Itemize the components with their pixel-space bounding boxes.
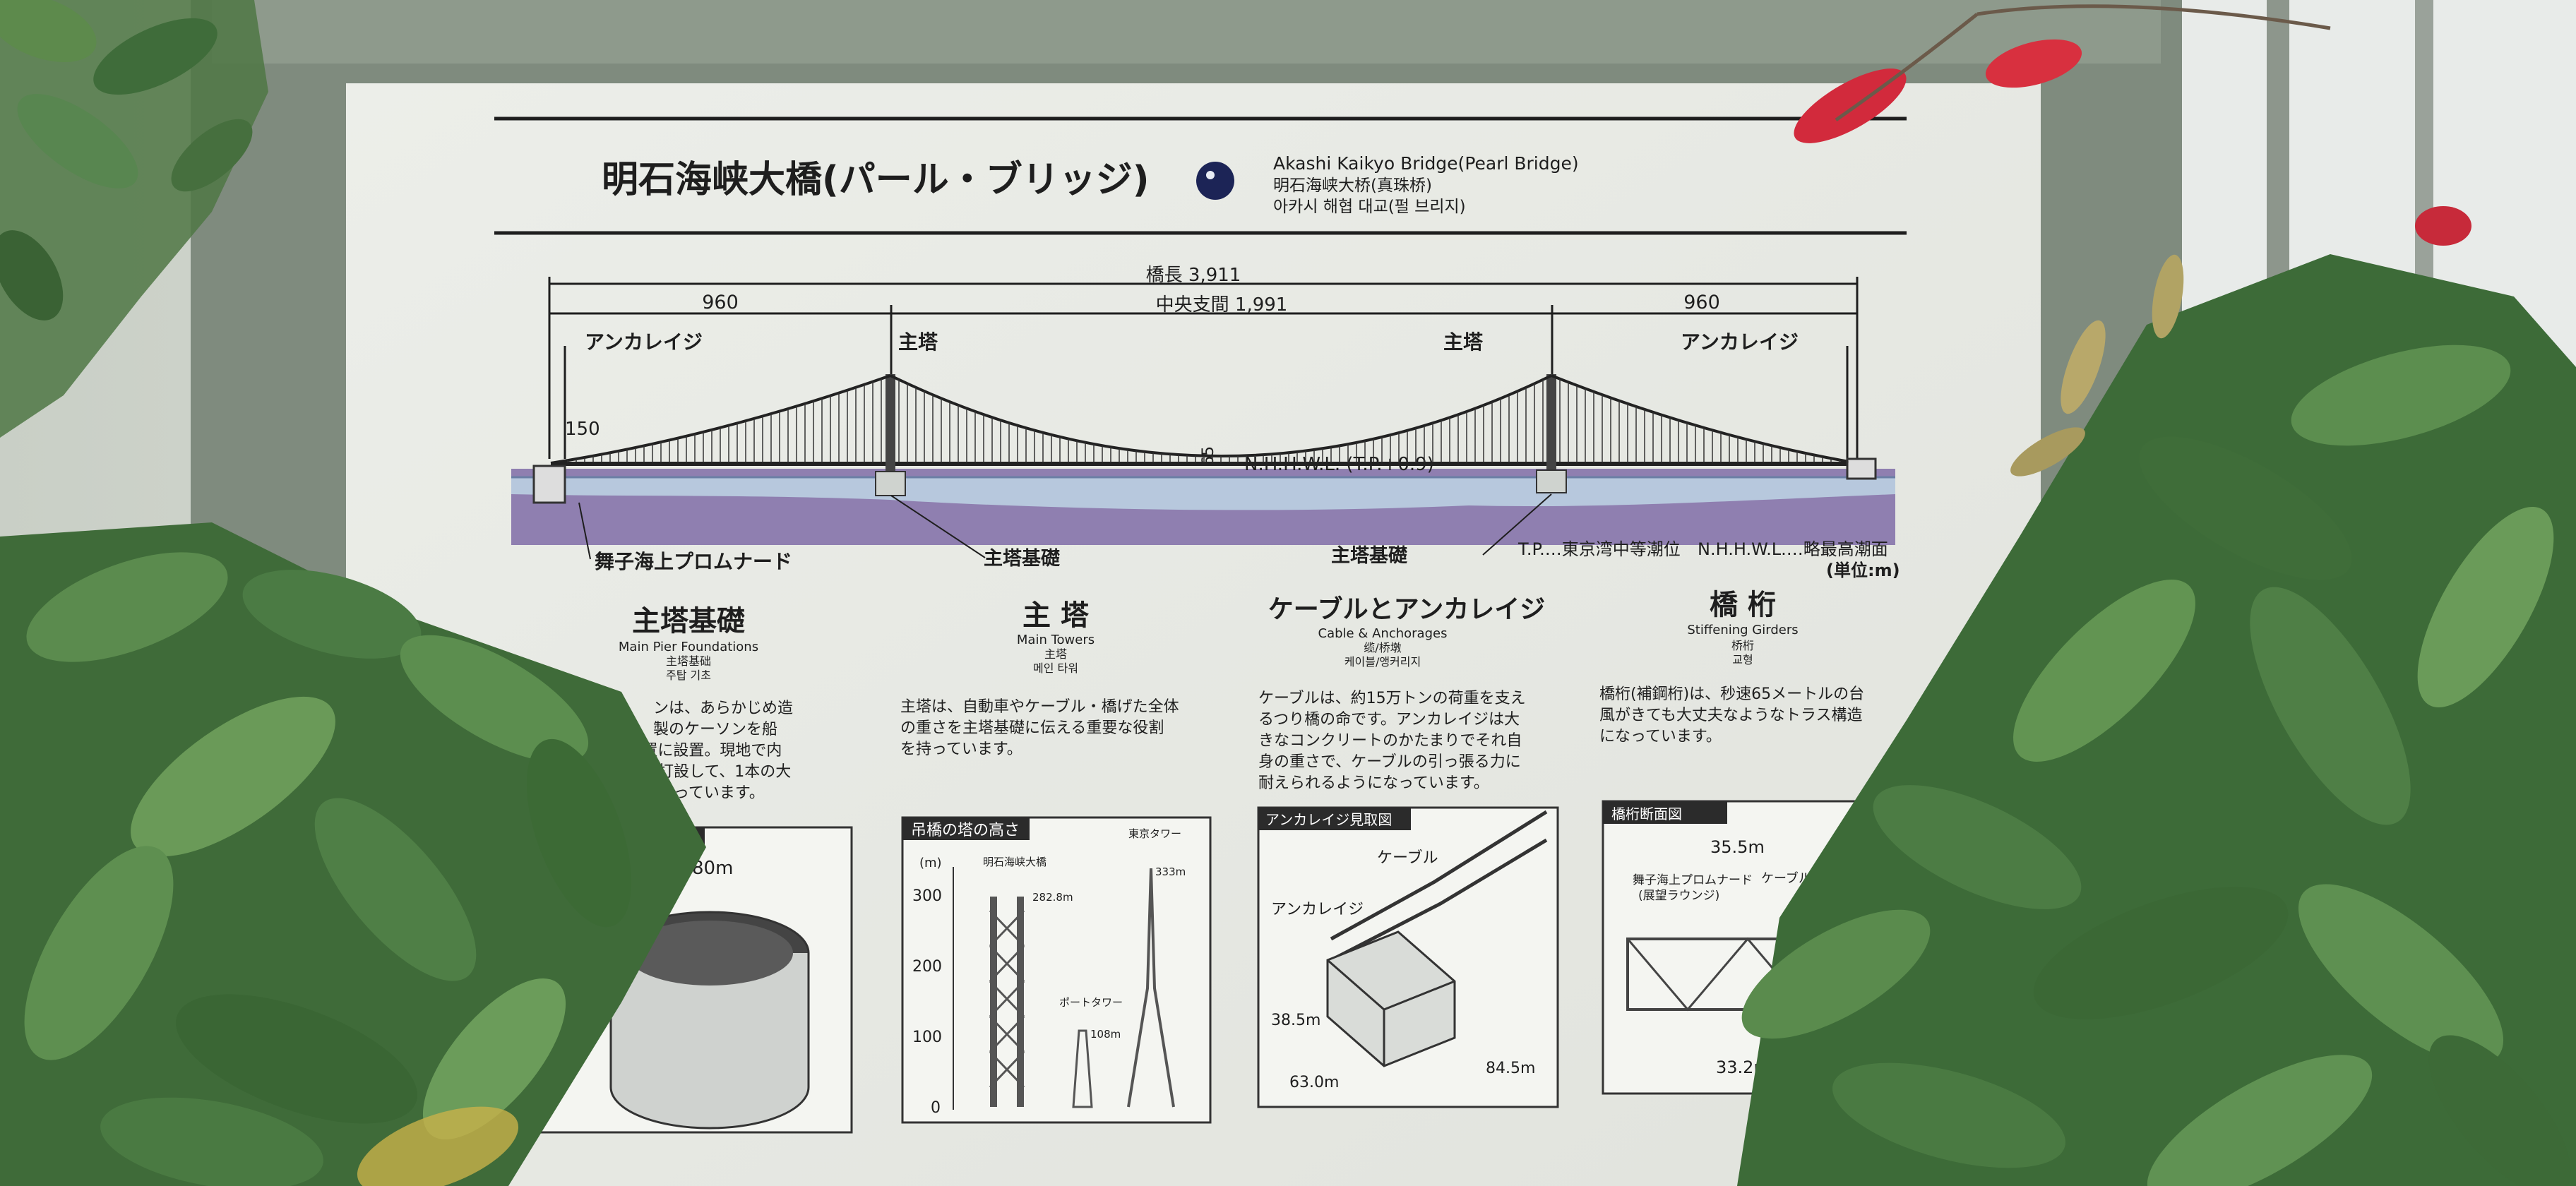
section-body-line: ンは、あらかじめ造 (653, 700, 793, 717)
tokyo-tower-label: 東京タワー (1128, 827, 1181, 840)
promenade-label: 舞子海上プロムナード (595, 550, 792, 573)
port-tower-label: ポートタワー (1059, 996, 1123, 1009)
panel-title: アンカレイジ見取図 (1265, 811, 1392, 828)
panel-title: 吊橋の塔の高さ (911, 822, 1020, 839)
section-body-line: きなコンクリートのかたまりでそれ自 (1258, 732, 1522, 750)
pearl-logo-icon (1196, 162, 1234, 200)
photo-scene: 明石海峡大橋(パール・ブリッジ) Akashi Kaikyo Bridge(Pe… (0, 0, 2576, 1186)
section-body-line: ケーブルは、約15万トンの荷重を支え (1258, 690, 1526, 707)
title-english: Akashi Kaikyo Bridge(Pearl Bridge) (1273, 153, 1579, 174)
unit-label: (単位:m) (1826, 561, 1900, 580)
title-korean: 아카시 해협 대교(펄 브리지) (1273, 198, 1466, 216)
section-body-line: の重さを主塔基礎に伝える重要な役割 (900, 719, 1164, 737)
girder-lounge-label: (展望ラウンジ) (1638, 889, 1719, 903)
axis-tick: 300 (912, 887, 942, 905)
anchorage-depth-label: 84.5m (1486, 1060, 1535, 1077)
anchorage-left-label: アンカレイジ (585, 330, 703, 354)
tower-left-label: 主塔 (898, 330, 938, 354)
panel-tower-heights: 吊橋の塔の高さ (m) 300 200 100 0 明石海峡大橋 282.8m … (901, 816, 1212, 1124)
section-heading-korean: 주탑 기초 (666, 669, 711, 682)
section-heading-chinese: 主塔基础 (666, 654, 711, 668)
clearance-150-label: 150 (565, 419, 600, 440)
total-length-label: 橋長 3,911 (1146, 265, 1241, 286)
panel-title: 橋桁断面図 (1611, 805, 1682, 822)
axis-tick: 200 (912, 958, 942, 976)
girder-promenade-label: 舞子海上プロムナード (1633, 873, 1753, 887)
section-heading-chinese: 缆/桥墩 (1364, 641, 1401, 654)
port-tower-height: 108m (1090, 1028, 1121, 1041)
section-body-line: 主塔は、自動車やケーブル・橋げた全体 (900, 698, 1179, 716)
akashi-tower-label: 明石海峡大橋 (983, 856, 1046, 868)
side-span-right-label: 960 (1683, 292, 1720, 313)
axis-tick: 0 (931, 1099, 941, 1117)
section-heading-korean: 교형 (1732, 653, 1753, 666)
cable-label: ケーブル (1377, 849, 1438, 867)
section-body-line: 耐えられるようになっています。 (1258, 774, 1489, 792)
tower-right-label: 主塔 (1443, 330, 1484, 354)
akashi-tower-height: 282.8m (1032, 891, 1073, 904)
section-heading-korean: 메인 타워 (1033, 661, 1078, 675)
foundation-left-label: 主塔基礎 (984, 548, 1060, 570)
anchorage-width-label: 63.0m (1289, 1074, 1339, 1091)
section-heading-english: Main Towers (1017, 633, 1095, 647)
section-heading-chinese: 主塔 (1044, 647, 1067, 661)
section-heading-english: Main Pier Foundations (619, 640, 758, 654)
title-chinese: 明石海峡大桥(真珠桥) (1273, 176, 1432, 195)
sign-frame-top (212, 0, 2161, 64)
legend-tp: T.P.…東京湾中等潮位 (1517, 539, 1681, 559)
section-heading: ケーブルとアンカレイジ (1268, 594, 1545, 624)
section-body-line: 製のケーソンを船 (653, 721, 777, 738)
section-heading: 主塔基礎 (632, 605, 745, 637)
section-body-line: 風がきても大丈夫なようなトラス構造 (1599, 707, 1862, 724)
section-heading: 橋 桁 (1710, 589, 1776, 621)
title-japanese: 明石海峡大橋(パール・ブリッジ) (602, 159, 1150, 201)
center-span-label: 中央支間 1,991 (1156, 294, 1288, 316)
girder-width-label: 35.5m (1710, 837, 1765, 857)
section-body-line: 身の重さで、ケーブルの引っ張る力に (1258, 753, 1521, 771)
section-body-line: るつり橋の命です。アンカレイジは大 (1258, 711, 1520, 729)
section-heading-korean: 케이블/앵커리지 (1344, 655, 1421, 669)
tokyo-tower-height: 333m (1155, 865, 1186, 878)
section-heading-chinese: 桥桁 (1731, 639, 1754, 652)
pearl-logo-highlight (1206, 171, 1215, 179)
anchorage-height-label: 38.5m (1271, 1012, 1320, 1029)
section-heading: 主 塔 (1022, 599, 1090, 632)
section-body-line: になっています。 (1599, 728, 1722, 745)
panel-anchorage-drawing: アンカレイジ見取図 ケーブル アンカレイジ 38.5m 63.0m 84.5m (1257, 806, 1559, 1108)
anchorage-right-label: アンカレイジ (1681, 330, 1799, 354)
foundation-right-label: 主塔基礎 (1331, 545, 1407, 567)
legend-nhhwl: N.H.H.W.L.…略最高潮面 (1698, 539, 1888, 559)
section-heading-english: Stiffening Girders (1687, 623, 1798, 637)
section-body-line: を持っています。 (900, 741, 1022, 758)
axis-tick: 100 (912, 1029, 942, 1046)
section-heading-english: Cable & Anchorages (1318, 626, 1448, 641)
anchorage-label: アンカレイジ (1271, 901, 1364, 918)
section-body-line: 橋桁(補鋼桁)は、秒速65メートルの台 (1599, 685, 1864, 703)
side-span-left-label: 960 (702, 292, 739, 313)
axis-unit: (m) (919, 856, 942, 870)
